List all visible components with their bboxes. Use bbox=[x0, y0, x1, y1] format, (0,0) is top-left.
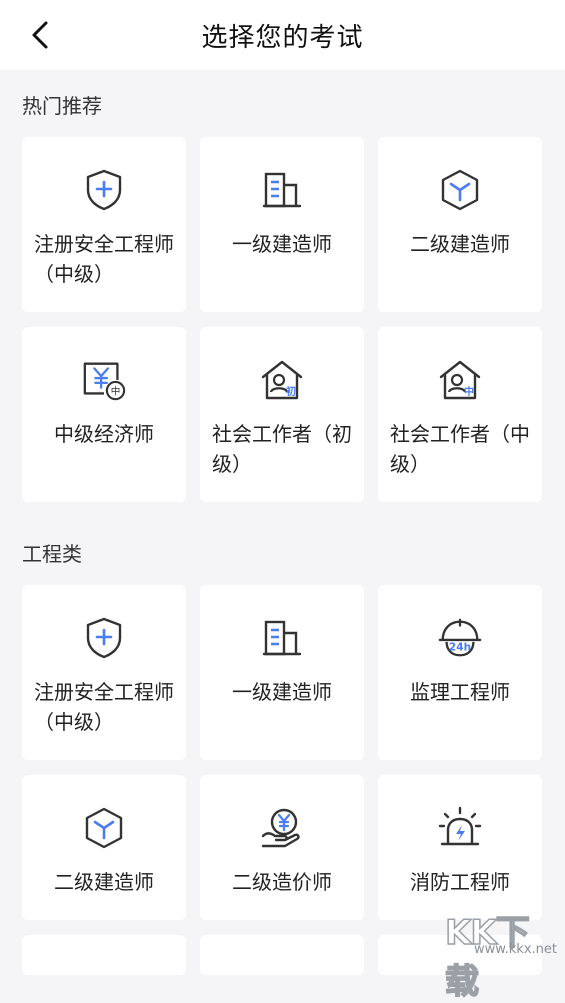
watermark-logo: KK下载 www.kkx.net bbox=[444, 912, 557, 1003]
exam-card-label: 一级建造师 bbox=[232, 232, 332, 256]
exam-card-label: 二级建造师 bbox=[410, 232, 510, 256]
section-title-engineering: 工程类 bbox=[22, 542, 82, 566]
exam-card-safety-engineer[interactable]: 注册安全工程师（中级） bbox=[22, 585, 186, 760]
yuan-certificate-icon: 中 bbox=[81, 357, 127, 403]
exam-card-safety-engineer[interactable]: 注册安全工程师（中级） bbox=[22, 137, 186, 312]
exam-card-first-constructor[interactable]: 一级建造师 bbox=[200, 585, 364, 760]
svg-text:初: 初 bbox=[286, 385, 296, 398]
exam-card-label: 注册安全工程师（中级） bbox=[34, 232, 174, 286]
exam-card-label: 消防工程师 bbox=[410, 870, 510, 894]
exam-card-label: 监理工程师 bbox=[410, 680, 510, 704]
chevron-left-icon bbox=[32, 21, 48, 49]
exam-card-second-constructor[interactable]: 二级建造师 bbox=[22, 775, 186, 920]
yuan-hand-icon bbox=[259, 805, 305, 851]
hexagon-icon bbox=[437, 167, 483, 213]
exam-card-first-constructor[interactable]: 一级建造师 bbox=[200, 137, 364, 312]
house-person-icon: 初 bbox=[259, 357, 305, 403]
exam-card-supervision-engineer[interactable]: 24h 监理工程师 bbox=[378, 585, 542, 760]
exam-card-intermediate-economist[interactable]: 中 中级经济师 bbox=[22, 327, 186, 502]
exam-card-label: 一级建造师 bbox=[232, 680, 332, 704]
exam-card-label: 社会工作者（初级） bbox=[212, 422, 352, 476]
exam-card-label: 二级建造师 bbox=[54, 870, 154, 894]
exam-card-social-worker-intermediate[interactable]: 中 社会工作者（中级） bbox=[378, 327, 542, 502]
exam-card-label: 中级经济师 bbox=[54, 422, 154, 446]
exam-card-second-cost-engineer[interactable]: 二级造价师 bbox=[200, 775, 364, 920]
exam-card-partial[interactable] bbox=[22, 935, 186, 975]
page-title: 选择您的考试 bbox=[201, 22, 364, 53]
shield-plus-icon bbox=[81, 615, 127, 661]
back-button[interactable] bbox=[20, 15, 60, 55]
exam-card-second-constructor[interactable]: 二级建造师 bbox=[378, 137, 542, 312]
svg-text:中: 中 bbox=[464, 385, 474, 398]
svg-text:24h: 24h bbox=[449, 641, 471, 653]
alarm-light-icon bbox=[437, 805, 483, 851]
exam-card-social-worker-junior[interactable]: 初 社会工作者（初级） bbox=[200, 327, 364, 502]
helmet-24h-icon: 24h bbox=[437, 615, 483, 661]
exam-card-partial[interactable] bbox=[200, 935, 364, 975]
building-icon bbox=[259, 167, 305, 213]
exam-card-label: 二级造价师 bbox=[232, 870, 332, 894]
exam-card-fire-engineer[interactable]: 消防工程师 bbox=[378, 775, 542, 920]
svg-text:中: 中 bbox=[111, 385, 121, 397]
building-icon bbox=[259, 615, 305, 661]
exam-card-label: 社会工作者（中级） bbox=[390, 422, 530, 476]
exam-card-label: 注册安全工程师（中级） bbox=[34, 680, 174, 734]
house-person-icon: 中 bbox=[437, 357, 483, 403]
shield-plus-icon bbox=[81, 167, 127, 213]
section-title-hot: 热门推荐 bbox=[22, 94, 102, 118]
hexagon-icon bbox=[81, 805, 127, 851]
header-bar: 选择您的考试 bbox=[0, 0, 565, 70]
